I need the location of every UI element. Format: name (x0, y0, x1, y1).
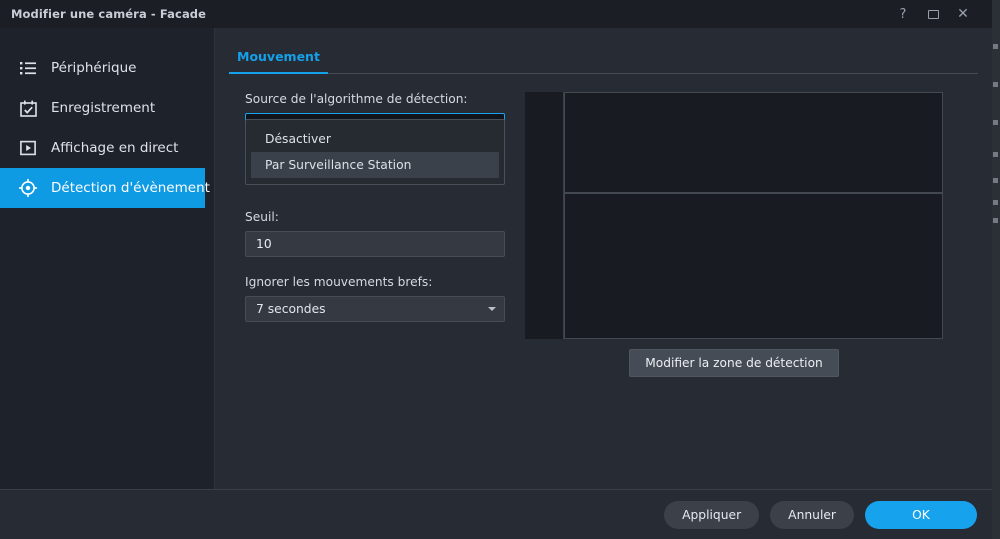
detection-preview: Modifier la zone de détection (515, 92, 943, 377)
source-field-group: Source de l'algorithme de détection: Par… (245, 92, 515, 185)
background-fragment (993, 82, 998, 87)
dropdown-option-label: Par Surveillance Station (265, 158, 412, 172)
title-bar: Modifier une caméra - Facade ? ✕ (0, 0, 992, 28)
camera-preview-image[interactable] (525, 92, 943, 339)
apply-button[interactable]: Appliquer (664, 500, 760, 529)
window-title: Modifier une caméra - Facade (11, 7, 207, 21)
window-controls: ? ✕ (888, 0, 992, 28)
sidebar: Périphérique Enregistrement Affichage en… (0, 28, 215, 489)
edit-detection-zone-label: Modifier la zone de détection (645, 356, 823, 370)
background-fragment (993, 178, 998, 183)
edit-detection-zone-button[interactable]: Modifier la zone de détection (629, 349, 839, 377)
motion-target-icon (18, 178, 38, 198)
background-fragment (993, 218, 998, 223)
tab-label: Mouvement (237, 49, 320, 64)
ignore-short-combobox-value: 7 secondes (256, 302, 326, 316)
threshold-label: Seuil: (245, 210, 279, 224)
sidebar-item-detection-d-evenement[interactable]: Détection d'évènement (0, 168, 210, 208)
ok-button[interactable]: OK (865, 500, 977, 529)
sidebar-item-peripherique[interactable]: Périphérique (0, 48, 205, 88)
dialog-body: Périphérique Enregistrement Affichage en… (0, 28, 992, 489)
background-window-sliver[interactable] (992, 0, 1000, 539)
tab-strip: Mouvement (229, 28, 978, 74)
close-icon: ✕ (957, 6, 969, 22)
list-icon (18, 58, 38, 78)
ignore-short-combobox[interactable]: 7 secondes (245, 296, 505, 322)
sidebar-item-label: Enregistrement (51, 100, 156, 116)
sidebar-item-label: Détection d'évènement (51, 180, 210, 196)
dropdown-option-par-surveillance-station[interactable]: Par Surveillance Station (251, 152, 499, 178)
cancel-button-label: Annuler (788, 507, 836, 522)
source-label: Source de l'algorithme de détection: (245, 92, 468, 106)
preview-frame-bottom (564, 193, 943, 339)
sidebar-item-label: Périphérique (51, 60, 137, 76)
background-fragment (993, 44, 998, 49)
threshold-input[interactable]: 10 (245, 231, 505, 257)
zone-button-row: Modifier la zone de détection (525, 349, 943, 377)
source-dropdown-list[interactable]: Désactiver Par Surveillance Station (245, 119, 505, 185)
sidebar-item-enregistrement[interactable]: Enregistrement (0, 88, 205, 128)
background-fragment (993, 200, 998, 205)
background-fragment (993, 120, 998, 125)
close-button[interactable]: ✕ (948, 0, 978, 28)
help-button[interactable]: ? (888, 0, 918, 28)
dropdown-option-desactiver[interactable]: Désactiver (251, 126, 499, 152)
content-area: Mouvement Source de l'algorithme de déte… (215, 28, 992, 489)
apply-button-label: Appliquer (682, 507, 742, 522)
cancel-button[interactable]: Annuler (770, 500, 854, 529)
dropdown-option-label: Désactiver (265, 132, 331, 146)
threshold-input-value: 10 (256, 237, 272, 251)
ok-button-label: OK (912, 507, 930, 522)
preview-frame-top (564, 92, 943, 193)
calendar-check-icon (18, 98, 38, 118)
ignore-short-label: Ignorer les mouvements brefs: (245, 275, 433, 289)
play-box-icon (18, 138, 38, 158)
background-fragment (993, 152, 998, 157)
sidebar-item-affichage-en-direct[interactable]: Affichage en direct (0, 128, 205, 168)
restore-button[interactable] (918, 0, 948, 28)
tab-mouvement[interactable]: Mouvement (229, 49, 328, 74)
motion-panel: Source de l'algorithme de détection: Par… (215, 74, 992, 377)
dialog-footer: Appliquer Annuler OK (0, 489, 992, 539)
chevron-down-icon (488, 307, 496, 311)
threshold-field-group: Seuil: 10 (245, 210, 515, 257)
motion-form: Source de l'algorithme de détection: Par… (215, 92, 515, 377)
ignore-short-field-group: Ignorer les mouvements brefs: 7 secondes (245, 275, 515, 322)
restore-icon (927, 9, 939, 19)
sidebar-item-label: Affichage en direct (51, 140, 179, 156)
question-mark-icon: ? (899, 6, 907, 22)
edit-camera-dialog: Modifier une caméra - Facade ? ✕ Périphé… (0, 0, 992, 539)
